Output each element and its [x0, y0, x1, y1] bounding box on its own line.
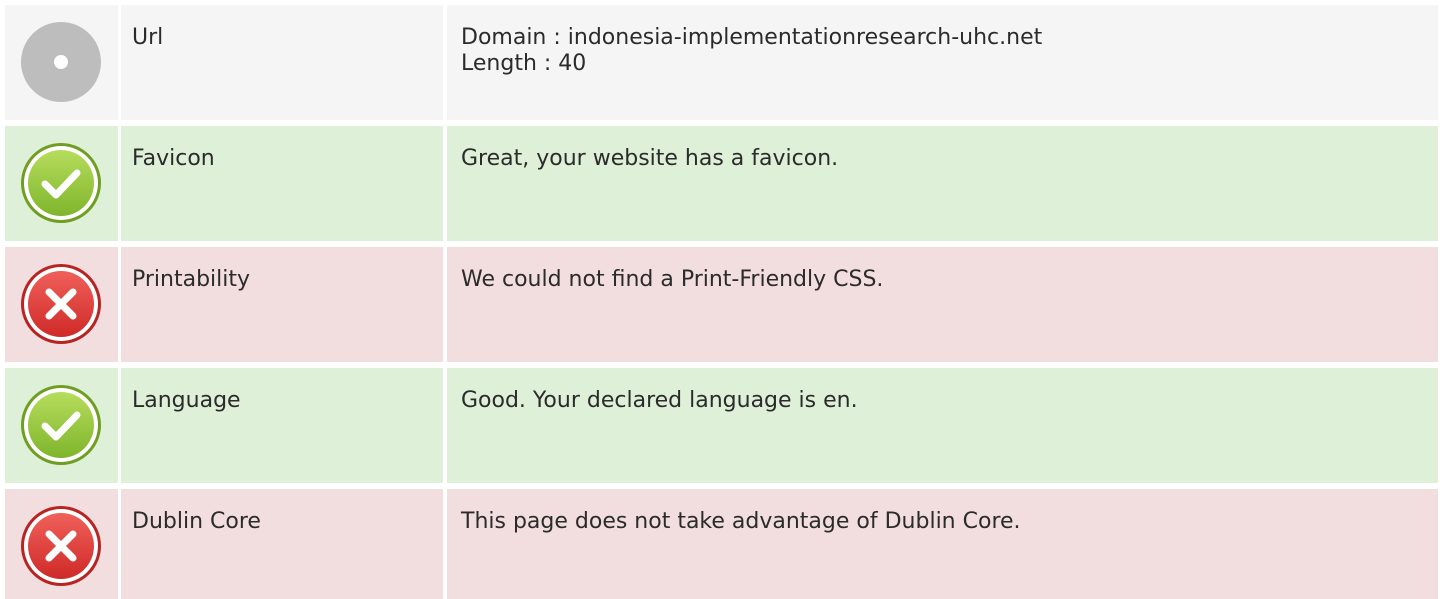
- x-circle-icon: [21, 506, 101, 586]
- check-result-text: Great, your website has a favicon.: [461, 146, 839, 171]
- check-circle-icon: [21, 385, 101, 465]
- check-label: Url: [132, 25, 164, 50]
- url-length-text: Length : 40: [461, 51, 587, 76]
- check-label-cell: Dublin Core: [121, 489, 443, 599]
- status-cell: [5, 489, 118, 599]
- check-label-cell: Favicon: [121, 126, 443, 241]
- status-cell: [5, 5, 118, 120]
- check-result-cell: Great, your website has a favicon.: [447, 126, 1438, 241]
- check-result-text: We could not find a Print-Friendly CSS.: [461, 267, 884, 292]
- x-circle-icon: [21, 264, 101, 344]
- check-result-text: Good. Your declared language is en.: [461, 388, 858, 413]
- check-result-cell: We could not find a Print-Friendly CSS.: [447, 247, 1438, 362]
- seo-checks-table: Url Domain : indonesia-implementationres…: [0, 0, 1445, 599]
- check-label-cell: Url: [121, 5, 443, 120]
- url-domain-text: Domain : indonesia-implementationresearc…: [461, 25, 1043, 50]
- check-row-language: Language Good. Your declared language is…: [5, 368, 1438, 483]
- check-label: Dublin Core: [132, 509, 261, 534]
- check-label: Printability: [132, 267, 251, 292]
- check-result-cell: This page does not take advantage of Dub…: [447, 489, 1438, 599]
- check-label-cell: Language: [121, 368, 443, 483]
- check-result-cell: Domain : indonesia-implementationresearc…: [447, 5, 1438, 120]
- check-circle-icon: [21, 143, 101, 223]
- check-label: Language: [132, 388, 241, 413]
- info-dot-icon: [21, 22, 101, 102]
- check-result-cell: Good. Your declared language is en.: [447, 368, 1438, 483]
- status-cell: [5, 247, 118, 362]
- status-cell: [5, 126, 118, 241]
- check-label: Favicon: [132, 146, 215, 171]
- check-row-url: Url Domain : indonesia-implementationres…: [5, 5, 1438, 120]
- check-label-cell: Printability: [121, 247, 443, 362]
- status-cell: [5, 368, 118, 483]
- check-row-dublin-core: Dublin Core This page does not take adva…: [5, 489, 1438, 599]
- check-row-printability: Printability We could not find a Print-F…: [5, 247, 1438, 362]
- check-row-favicon: Favicon Great, your website has a favico…: [5, 126, 1438, 241]
- check-result-text: This page does not take advantage of Dub…: [461, 509, 1021, 534]
